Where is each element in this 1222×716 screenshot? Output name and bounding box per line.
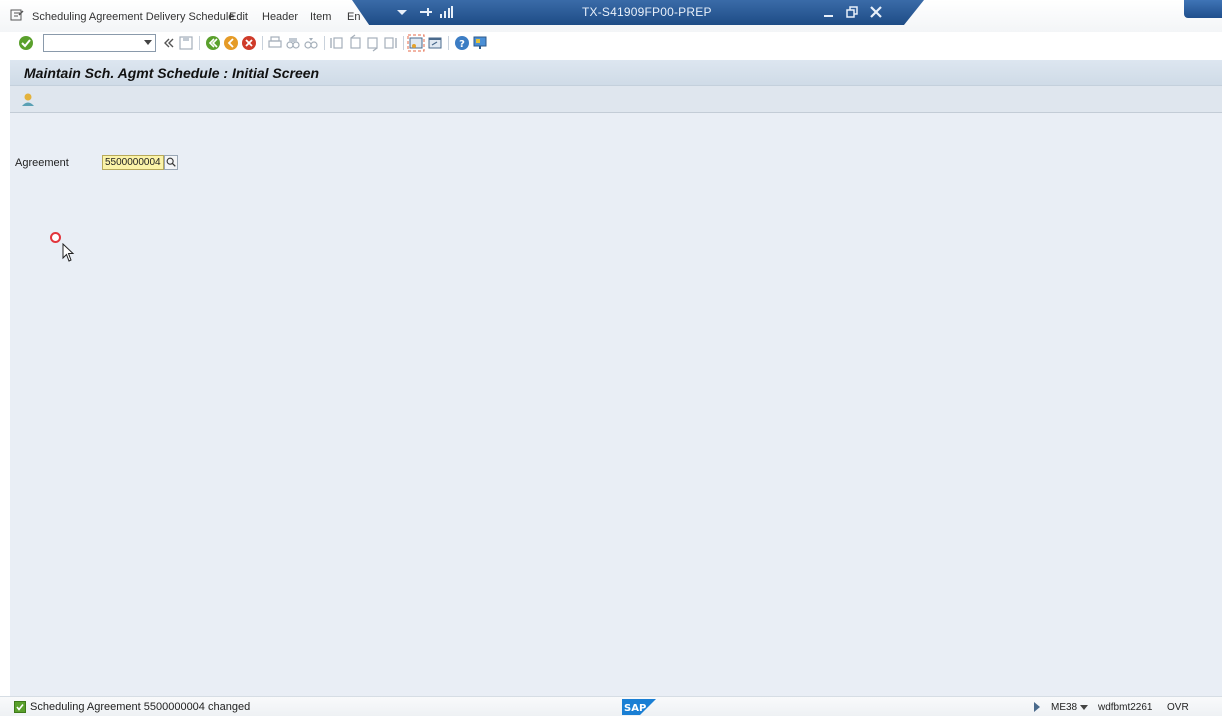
minimize-icon[interactable] [821,4,837,20]
enter-check-icon[interactable] [17,34,35,52]
close-icon[interactable] [868,4,884,20]
create-session-icon[interactable] [407,34,425,52]
toolbar-separator [324,36,325,50]
next-page-icon[interactable] [364,34,382,52]
chevron-down-icon[interactable] [1080,705,1088,710]
input-mode[interactable]: OVR [1167,702,1189,713]
toolbar-separator [448,36,449,50]
cancel-icon[interactable] [240,34,258,52]
status-message[interactable]: Scheduling Agreement 5500000004 changed [30,701,250,713]
value-help-button[interactable] [164,155,178,170]
application-toolbar [10,86,1222,113]
help-icon[interactable]: ? [453,34,471,52]
success-check-icon [14,701,26,713]
first-page-icon[interactable] [328,34,346,52]
search-icon [166,157,176,167]
mouse-pointer-icon [62,243,75,262]
sap-logo-icon: SAP [622,699,656,715]
shortcut-icon[interactable] [426,34,444,52]
double-chevron-left-icon[interactable] [160,34,178,52]
customize-layout-icon[interactable] [471,34,489,52]
transaction-code: ME38 [1051,702,1078,713]
menu-environment[interactable]: En [347,11,360,23]
svg-text:SAP: SAP [624,703,646,714]
toolbar-separator [199,36,200,50]
menu-scheduling-agreement[interactable]: Scheduling Agreement Delivery Schedule [32,11,234,23]
pin-icon[interactable] [418,4,434,20]
customize-dropdown-icon[interactable] [394,4,410,20]
agreement-input[interactable]: 5500000004 [102,155,164,170]
window-title: TX-S41909FP00-PREP [582,5,712,19]
print-icon[interactable] [266,34,284,52]
agreement-label: Agreement [15,157,69,169]
chevron-down-icon[interactable] [144,40,152,45]
menu-header[interactable]: Header [262,11,298,23]
session-window-button[interactable] [1184,0,1222,18]
menu-edit[interactable]: Edit [229,11,248,23]
status-expand-arrow-icon[interactable] [1034,702,1040,712]
page-title: Maintain Sch. Agmt Schedule : Initial Sc… [24,65,320,81]
back-icon[interactable] [204,34,222,52]
menu-expand-icon[interactable] [10,9,24,21]
click-indicator [50,232,61,243]
menu-item[interactable]: Item [310,11,331,23]
command-field[interactable] [43,34,156,52]
main-area: Maintain Sch. Agmt Schedule : Initial Sc… [10,60,1222,696]
previous-page-icon[interactable] [346,34,364,52]
toolbar-separator [262,36,263,50]
find-icon[interactable] [284,34,302,52]
svg-text:?: ? [459,39,465,50]
vendor-person-icon[interactable] [20,91,36,107]
performance-signal-icon[interactable] [438,4,454,20]
toolbar-separator [403,36,404,50]
standard-toolbar: ? [0,32,1222,54]
server-name: wdfbmt2261 [1098,702,1153,713]
screen-title-bar: Maintain Sch. Agmt Schedule : Initial Sc… [10,60,1222,86]
save-icon[interactable] [177,34,195,52]
restore-icon[interactable] [844,4,860,20]
window-title-bar: TX-S41909FP00-PREP [352,0,924,25]
exit-icon[interactable] [222,34,240,52]
find-next-icon[interactable] [302,34,320,52]
last-page-icon[interactable] [382,34,400,52]
status-bar: Scheduling Agreement 5500000004 changed … [0,696,1222,716]
